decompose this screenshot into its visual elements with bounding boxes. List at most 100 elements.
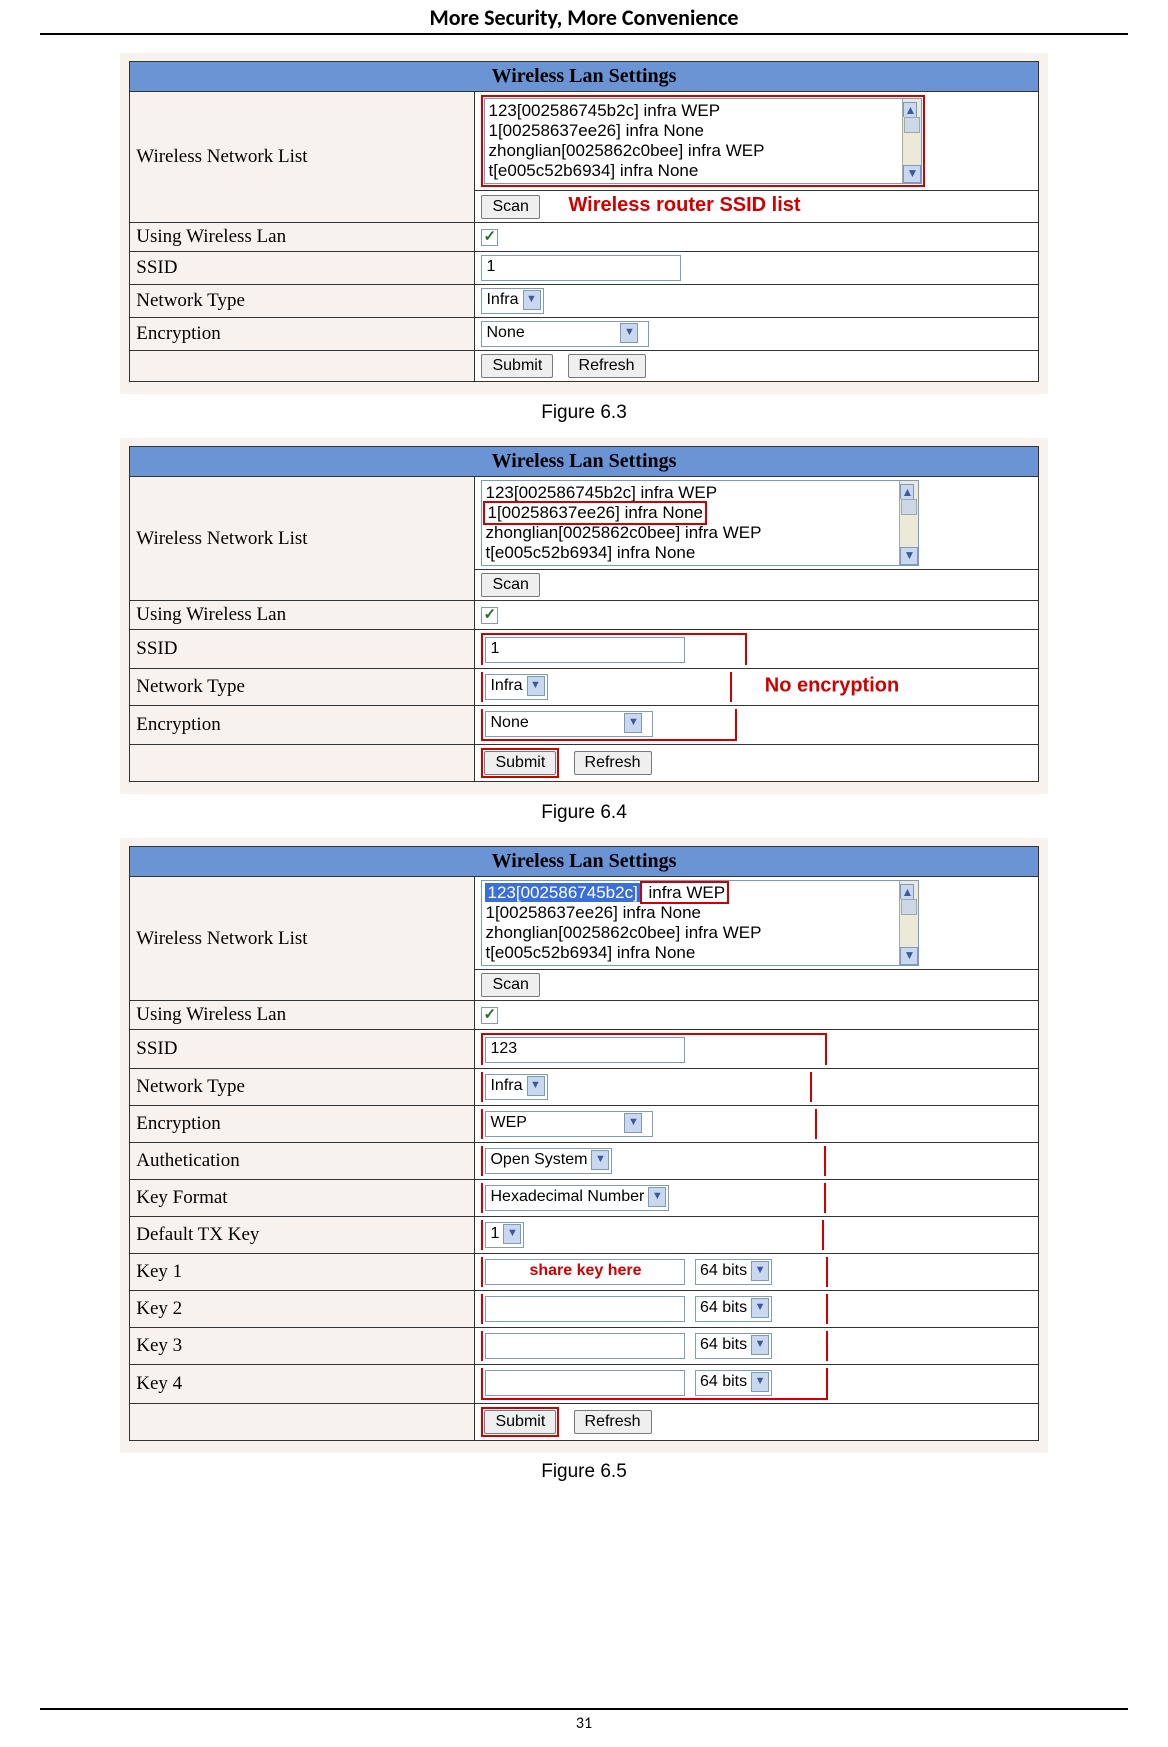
chevron-down-icon: ▼ <box>648 1187 666 1207</box>
key4-input[interactable] <box>485 1370 685 1396</box>
label-ssid: SSID <box>130 252 475 285</box>
scan-button[interactable]: Scan <box>481 573 539 597</box>
caption-64: Figure 6.4 <box>0 802 1168 824</box>
panel-title: Wireless Lan Settings <box>130 62 1038 92</box>
label-enc: Encryption <box>130 1106 475 1143</box>
scan-button[interactable]: Scan <box>481 195 539 219</box>
scroll-up-icon[interactable]: ▲ <box>900 484 914 499</box>
list-item[interactable]: 123[002586745b2c] infra WEP <box>485 883 915 903</box>
scroll-up-icon[interactable]: ▲ <box>903 102 917 117</box>
label-wnl: Wireless Network List <box>130 477 475 601</box>
chevron-down-icon: ▼ <box>527 676 545 696</box>
list-item[interactable]: zhonglian[0025862c0bee] infra WEP <box>485 523 915 543</box>
chevron-down-icon: ▼ <box>751 1261 769 1281</box>
refresh-button[interactable]: Refresh <box>574 1410 652 1434</box>
scroll-down-icon[interactable]: ▼ <box>900 947 918 965</box>
list-item[interactable]: zhonglian[0025862c0bee] infra WEP <box>485 923 915 943</box>
label-k2: Key 2 <box>130 1291 475 1328</box>
label-ssid: SSID <box>130 1030 475 1069</box>
refresh-button[interactable]: Refresh <box>574 751 652 775</box>
network-type-select[interactable]: Infra▼ <box>485 1074 547 1100</box>
chevron-down-icon: ▼ <box>751 1335 769 1355</box>
panel-title: Wireless Lan Settings <box>130 847 1038 877</box>
label-uwl: Using Wireless Lan <box>130 601 475 630</box>
submit-button[interactable]: Submit <box>481 354 553 378</box>
figure-6-3-panel: Wireless Lan Settings Wireless Network L… <box>120 53 1048 394</box>
key1-input[interactable]: share key here <box>485 1259 685 1285</box>
key3-input[interactable] <box>485 1333 685 1359</box>
scrollbar[interactable]: ▲▼ <box>899 481 918 565</box>
network-list-63[interactable]: 123[002586745b2c] infra WEP 1[00258637ee… <box>484 98 922 184</box>
chevron-down-icon: ▼ <box>620 323 638 343</box>
wls-table-63: Wireless Lan Settings Wireless Network L… <box>129 61 1038 382</box>
label-empty <box>130 745 475 782</box>
ssid-input[interactable]: 123 <box>485 1037 685 1063</box>
label-ntype: Network Type <box>130 1069 475 1106</box>
scroll-up-icon[interactable]: ▲ <box>900 884 914 899</box>
list-item[interactable]: t[e005c52b6934] infra None <box>485 543 915 563</box>
network-list-65[interactable]: 123[002586745b2c] infra WEP 1[00258637ee… <box>481 880 919 966</box>
key2-bits-select[interactable]: 64 bits▼ <box>695 1296 772 1322</box>
panel-title: Wireless Lan Settings <box>130 447 1038 477</box>
list-item[interactable]: 1[00258637ee26] infra None <box>485 903 915 923</box>
label-ntype: Network Type <box>130 669 475 706</box>
figure-6-4-panel: Wireless Lan Settings Wireless Network L… <box>120 438 1048 794</box>
list-item[interactable]: zhonglian[0025862c0bee] infra WEP <box>488 141 918 161</box>
use-wlan-checkbox[interactable] <box>481 607 498 624</box>
label-ntype: Network Type <box>130 285 475 318</box>
list-item[interactable]: 123[002586745b2c] infra WEP <box>485 483 915 503</box>
scan-button[interactable]: Scan <box>481 973 539 997</box>
scroll-down-icon[interactable]: ▼ <box>900 547 918 565</box>
wls-table-64: Wireless Lan Settings Wireless Network L… <box>129 446 1038 782</box>
encryption-select[interactable]: WEP▼ <box>485 1111 653 1137</box>
submit-button[interactable]: Submit <box>484 1410 556 1434</box>
scroll-thumb[interactable] <box>901 899 917 915</box>
ssid-input[interactable]: 1 <box>485 637 685 663</box>
label-k3: Key 3 <box>130 1328 475 1365</box>
label-ssid: SSID <box>130 630 475 669</box>
list-item[interactable]: t[e005c52b6934] infra None <box>485 943 915 963</box>
scroll-thumb[interactable] <box>904 117 920 133</box>
scroll-thumb[interactable] <box>901 499 917 515</box>
chevron-down-icon: ▼ <box>624 713 642 733</box>
use-wlan-checkbox[interactable] <box>481 1007 498 1024</box>
key1-bits-select[interactable]: 64 bits▼ <box>695 1259 772 1285</box>
label-wnl: Wireless Network List <box>130 877 475 1001</box>
label-dtxk: Default TX Key <box>130 1217 475 1254</box>
ssid-input[interactable]: 1 <box>481 255 681 281</box>
network-type-select[interactable]: Infra▼ <box>481 288 543 314</box>
figure-6-5-panel: Wireless Lan Settings Wireless Network L… <box>120 838 1048 1453</box>
refresh-button[interactable]: Refresh <box>568 354 646 378</box>
key2-input[interactable] <box>485 1296 685 1322</box>
chevron-down-icon: ▼ <box>591 1150 609 1170</box>
chevron-down-icon: ▼ <box>523 290 541 310</box>
use-wlan-checkbox[interactable] <box>481 229 498 246</box>
encryption-select[interactable]: None▼ <box>481 321 649 347</box>
label-enc: Encryption <box>130 706 475 745</box>
dtxk-select[interactable]: 1▼ <box>485 1222 524 1248</box>
scroll-down-icon[interactable]: ▼ <box>903 165 921 183</box>
label-empty <box>130 1404 475 1441</box>
label-uwl: Using Wireless Lan <box>130 223 475 252</box>
submit-button[interactable]: Submit <box>484 751 556 775</box>
network-type-select[interactable]: Infra▼ <box>485 674 547 700</box>
list-item[interactable]: 1[00258637ee26] infra None <box>485 503 705 523</box>
auth-select[interactable]: Open System▼ <box>485 1148 612 1174</box>
caption-63: Figure 6.3 <box>0 402 1168 424</box>
label-k1: Key 1 <box>130 1254 475 1291</box>
label-empty <box>130 351 475 382</box>
encryption-select[interactable]: None▼ <box>485 711 653 737</box>
label-k4: Key 4 <box>130 1365 475 1404</box>
annotation-noenc: No encryption <box>765 674 899 696</box>
key4-bits-select[interactable]: 64 bits▼ <box>695 1370 772 1396</box>
label-wnl: Wireless Network List <box>130 92 475 223</box>
network-list-64[interactable]: 123[002586745b2c] infra WEP 1[00258637ee… <box>481 480 919 566</box>
list-item[interactable]: t[e005c52b6934] infra None <box>488 161 918 181</box>
scrollbar[interactable]: ▲▼ <box>902 99 921 183</box>
key3-bits-select[interactable]: 64 bits▼ <box>695 1333 772 1359</box>
list-item[interactable]: 1[00258637ee26] infra None <box>488 121 918 141</box>
chevron-down-icon: ▼ <box>503 1224 521 1244</box>
scrollbar[interactable]: ▲▼ <box>899 881 918 965</box>
list-item[interactable]: 123[002586745b2c] infra WEP <box>488 101 918 121</box>
kfmt-select[interactable]: Hexadecimal Number▼ <box>485 1185 669 1211</box>
